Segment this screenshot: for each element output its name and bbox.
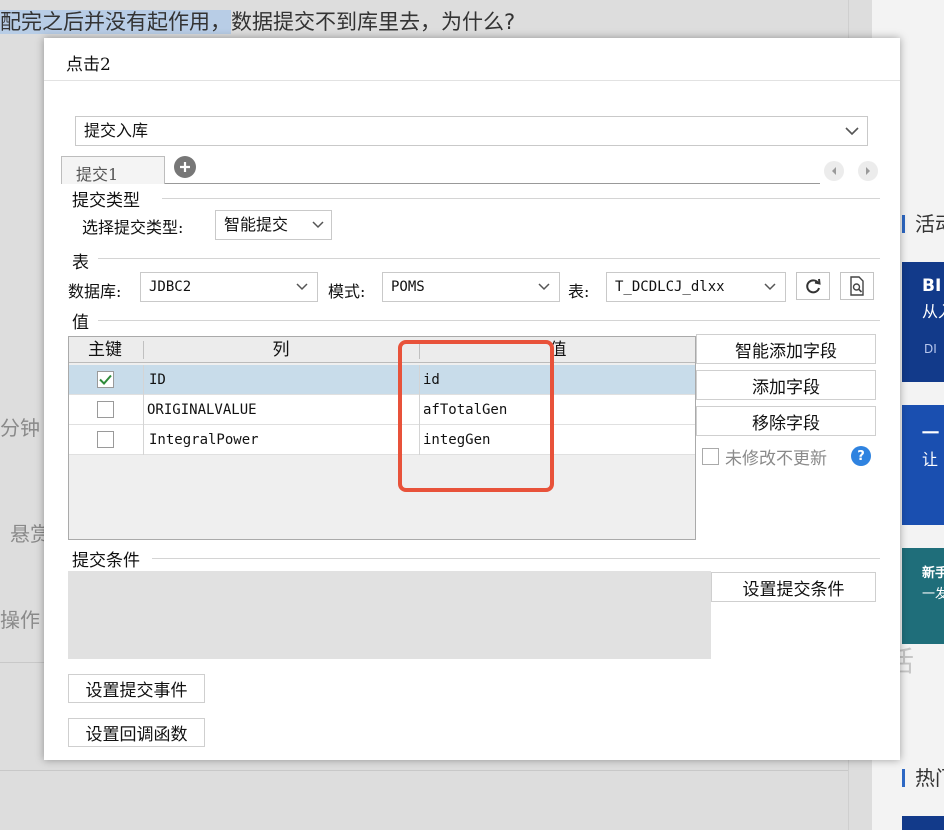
primary-key-checkbox[interactable] [97, 431, 114, 448]
banner-line: DI [924, 342, 937, 356]
banner-line: BI [922, 276, 942, 296]
values-section: 值 [72, 313, 89, 333]
banner-line: 一发 [922, 587, 944, 602]
side-heading-label: 热门 [915, 766, 944, 790]
section-rule [162, 198, 880, 199]
no-update-if-unchanged-checkbox[interactable]: 未修改不更新 [702, 444, 827, 469]
primary-key-checkbox[interactable] [97, 401, 114, 418]
question-title: 配完之后并没有起作用，数据提交不到库里去，为什么? [0, 6, 515, 38]
side-heading-hot[interactable]: 热门 [902, 762, 944, 791]
tab-prev-icon[interactable] [824, 161, 844, 181]
checkbox-box[interactable] [702, 448, 719, 465]
set-condition-button[interactable]: 设置提交条件 [711, 572, 876, 602]
banner-line: 新手 [922, 566, 944, 581]
field-mapping-table: 主键 列 值 ID id ORIGINALVALUE afTotalGen In… [68, 336, 696, 540]
bg-fragment-minutes: 分钟 [0, 416, 40, 440]
condition-section: 提交条件 [72, 551, 140, 571]
side-banner-2[interactable]: 一 让 [902, 405, 944, 525]
submit-dialog: 点击2 提交入库 提交1 提交类型 选择提交类型: 智能提交 表 数据库: JD… [44, 38, 900, 760]
condition-display-area [68, 571, 711, 659]
column-name-cell[interactable]: ID [149, 365, 166, 395]
side-heading-label: 活动 [915, 212, 944, 236]
submit-type-label: 选择提交类型: [82, 218, 184, 237]
refresh-icon[interactable] [796, 272, 830, 300]
set-callback-button[interactable]: 设置回调函数 [68, 718, 205, 747]
cell-separator [143, 425, 144, 455]
column-name-cell[interactable]: IntegralPower [149, 425, 259, 455]
column-name-cell[interactable]: ORIGINALVALUE [147, 395, 257, 425]
action-type-select[interactable]: 提交入库 [75, 116, 868, 146]
chevron-down-icon [287, 273, 317, 301]
banner-line: 一 [922, 424, 939, 444]
schema-select[interactable]: POMS [382, 272, 560, 302]
tab-next-icon[interactable] [858, 161, 878, 181]
annotation-highlight-box [398, 340, 554, 492]
side-banner-4[interactable] [902, 816, 944, 830]
table-row[interactable]: ORIGINALVALUE afTotalGen [69, 395, 695, 425]
heading-bar [902, 215, 905, 233]
dialog-title: 点击2 [66, 55, 111, 75]
database-select[interactable]: JDBC2 [140, 272, 318, 302]
help-icon[interactable]: ? [851, 446, 871, 466]
bg-separator [0, 770, 848, 771]
submit-type-select[interactable]: 智能提交 [215, 210, 332, 240]
banner-line: 让 [922, 450, 939, 469]
heading-bar [902, 769, 905, 787]
table-row[interactable]: IntegralPower integGen [69, 425, 695, 455]
cell-separator [143, 365, 144, 395]
add-tab-icon[interactable] [174, 156, 196, 178]
no-update-label: 未修改不更新 [725, 449, 827, 469]
smart-add-field-button[interactable]: 智能添加字段 [696, 334, 876, 364]
action-type-value: 提交入库 [84, 121, 149, 140]
bg-fragment-operate: 操作 [0, 608, 40, 632]
banner-line: 从入 [922, 302, 944, 321]
section-rule [98, 258, 880, 259]
header-primary-key[interactable]: 主键 [69, 337, 141, 363]
tab-submit-1[interactable]: 提交1 [61, 156, 165, 184]
table-label: 表: [568, 282, 590, 301]
section-rule [98, 320, 880, 321]
table-row[interactable]: ID id [69, 365, 695, 395]
table-select[interactable]: T_DCDLCJ_dlxx [606, 272, 786, 302]
tab-strip-line [165, 183, 820, 184]
cell-separator [143, 395, 144, 425]
schema-label: 模式: [328, 282, 366, 301]
table-section: 表 [72, 253, 89, 273]
question-highlight: 配完之后并没有起作用， [0, 10, 231, 34]
check-icon [99, 374, 112, 385]
chevron-down-icon [837, 117, 867, 145]
side-banner-3[interactable]: 新手 一发 [902, 548, 944, 644]
header-separator [143, 341, 144, 359]
header-column[interactable]: 列 [145, 337, 417, 363]
side-banner-1[interactable]: BI 从入 DI [902, 262, 944, 382]
set-submit-event-button[interactable]: 设置提交事件 [68, 674, 205, 703]
add-field-button[interactable]: 添加字段 [696, 370, 876, 400]
table-header: 主键 列 值 [69, 337, 695, 363]
section-rule [152, 558, 880, 559]
side-heading-activity[interactable]: 活动 [902, 208, 944, 237]
primary-key-checkbox[interactable] [97, 371, 114, 388]
preview-table-icon[interactable] [840, 272, 874, 300]
chevron-down-icon [529, 273, 559, 301]
question-rest: 数据提交不到库里去，为什么? [231, 10, 516, 34]
database-label: 数据库: [68, 282, 122, 301]
title-divider [44, 80, 900, 81]
chevron-down-icon [755, 273, 785, 301]
submit-type-section: 提交类型 [72, 191, 140, 211]
remove-field-button[interactable]: 移除字段 [696, 406, 876, 436]
chevron-down-icon [305, 211, 331, 239]
